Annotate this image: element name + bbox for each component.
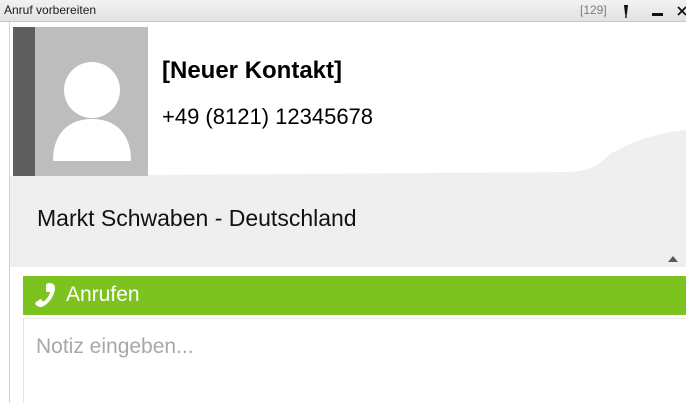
contact-name: [Neuer Kontakt] [162,57,343,84]
phone-icon [34,282,56,308]
call-button[interactable]: Anrufen [23,276,686,315]
title-bar[interactable]: Anruf vorbereiten [129] [0,0,686,22]
minimize-icon[interactable] [651,2,665,20]
contact-phone[interactable]: +49 (8121) 12345678 [162,104,373,130]
prepare-call-window: Anruf vorbereiten [129] [Neuer Kontakt] … [0,0,686,403]
close-icon[interactable] [675,2,686,20]
count-badge: [129] [580,3,607,17]
contact-accent-bar [13,27,35,176]
window-title: Anruf vorbereiten [4,3,97,17]
avatar-placeholder-icon[interactable] [35,27,148,176]
call-button-label: Anrufen [66,283,140,306]
pin-icon[interactable] [620,2,632,20]
contact-location: Markt Schwaben - Deutschland [37,205,357,231]
chevron-up-icon[interactable] [667,249,679,262]
note-input[interactable] [23,318,686,403]
